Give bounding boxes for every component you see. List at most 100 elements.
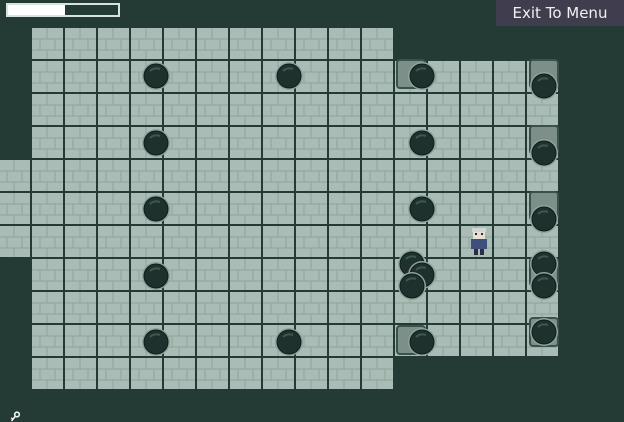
floor-tile xyxy=(428,160,459,191)
floor-tile xyxy=(164,94,195,125)
floor-tile xyxy=(461,127,492,158)
floor-tile xyxy=(230,28,261,59)
floor-tile xyxy=(197,160,228,191)
floor-tile xyxy=(0,160,30,191)
floor-tile xyxy=(164,28,195,59)
floor-tile xyxy=(98,226,129,257)
floor-tile xyxy=(197,61,228,92)
floor-tile xyxy=(164,160,195,191)
floor-tile xyxy=(131,160,162,191)
floor-tile xyxy=(230,127,261,158)
floor-tile xyxy=(296,259,327,290)
floor-tile xyxy=(461,193,492,224)
exit-to-menu-button[interactable]: Exit To Menu xyxy=(496,0,624,26)
floor-tile xyxy=(428,292,459,323)
floor-tile xyxy=(329,259,360,290)
floor-tile xyxy=(494,61,525,92)
floor-tile xyxy=(296,94,327,125)
floor-tile xyxy=(164,292,195,323)
floor-tile xyxy=(65,127,96,158)
floor-tile xyxy=(296,226,327,257)
floor-tile xyxy=(461,259,492,290)
floor-tile xyxy=(131,358,162,389)
floor-tile xyxy=(362,94,393,125)
floor-tile xyxy=(362,160,393,191)
floor-tile xyxy=(461,160,492,191)
floor-tile xyxy=(461,94,492,125)
floor-tile xyxy=(65,193,96,224)
floor-tile xyxy=(65,325,96,356)
floor-tile xyxy=(329,325,360,356)
floor-tile xyxy=(230,160,261,191)
floor-tile xyxy=(362,28,393,59)
floor-tile xyxy=(197,94,228,125)
floor-tile xyxy=(98,325,129,356)
floor-tile xyxy=(98,61,129,92)
floor-tile xyxy=(98,358,129,389)
floor-tile xyxy=(197,226,228,257)
floor-tile xyxy=(32,94,63,125)
floor-tile xyxy=(164,226,195,257)
floor-tile xyxy=(494,259,525,290)
floor-tile xyxy=(329,193,360,224)
floor-tile xyxy=(32,28,63,59)
floor-tile xyxy=(98,259,129,290)
floor-tile xyxy=(98,193,129,224)
floor-tile xyxy=(197,28,228,59)
floor-tile xyxy=(98,160,129,191)
floor-tile xyxy=(494,226,525,257)
floor-tile xyxy=(98,292,129,323)
floor-tile xyxy=(263,358,294,389)
floor-tile xyxy=(197,325,228,356)
floor-tile xyxy=(98,127,129,158)
floor-tile xyxy=(32,226,63,257)
floor-tile xyxy=(263,160,294,191)
floor-tile xyxy=(362,292,393,323)
floor-tile xyxy=(263,259,294,290)
floor-tile xyxy=(197,259,228,290)
floor-tile xyxy=(494,160,525,191)
floor-tile xyxy=(494,325,525,356)
floor-tile xyxy=(230,325,261,356)
floor-tile xyxy=(428,226,459,257)
floor-tile xyxy=(329,358,360,389)
floor-tile xyxy=(296,292,327,323)
floor-tile xyxy=(65,292,96,323)
floor-tile xyxy=(296,127,327,158)
floor-tile xyxy=(131,226,162,257)
floor-tile xyxy=(461,61,492,92)
floor-tile xyxy=(32,160,63,191)
floor-tile xyxy=(0,193,30,224)
floor-tile xyxy=(98,94,129,125)
floor-tile xyxy=(65,28,96,59)
floor-tile xyxy=(197,292,228,323)
floor-tile xyxy=(263,94,294,125)
floor-tile xyxy=(131,94,162,125)
floor-tile xyxy=(362,127,393,158)
floor-tile xyxy=(494,292,525,323)
floor-tile xyxy=(32,127,63,158)
floor-tile xyxy=(329,61,360,92)
floor-tile xyxy=(32,292,63,323)
game-board xyxy=(0,28,559,389)
floor-tile xyxy=(263,193,294,224)
floor-tile xyxy=(131,28,162,59)
floor-tile xyxy=(65,94,96,125)
floor-tile xyxy=(65,160,96,191)
floor-tile xyxy=(263,28,294,59)
floor-tile xyxy=(362,259,393,290)
floor-tile xyxy=(362,61,393,92)
health-bar-fill xyxy=(8,5,66,15)
floor-tile xyxy=(296,28,327,59)
floor-tile xyxy=(395,94,426,125)
floor-tile xyxy=(329,226,360,257)
floor-tile xyxy=(329,94,360,125)
floor-tile xyxy=(197,358,228,389)
floor-tile xyxy=(32,61,63,92)
floor-tile xyxy=(329,292,360,323)
floor-tile xyxy=(230,226,261,257)
floor-tile xyxy=(230,94,261,125)
floor-tile xyxy=(65,358,96,389)
floor-tile xyxy=(362,358,393,389)
floor-tile xyxy=(65,259,96,290)
